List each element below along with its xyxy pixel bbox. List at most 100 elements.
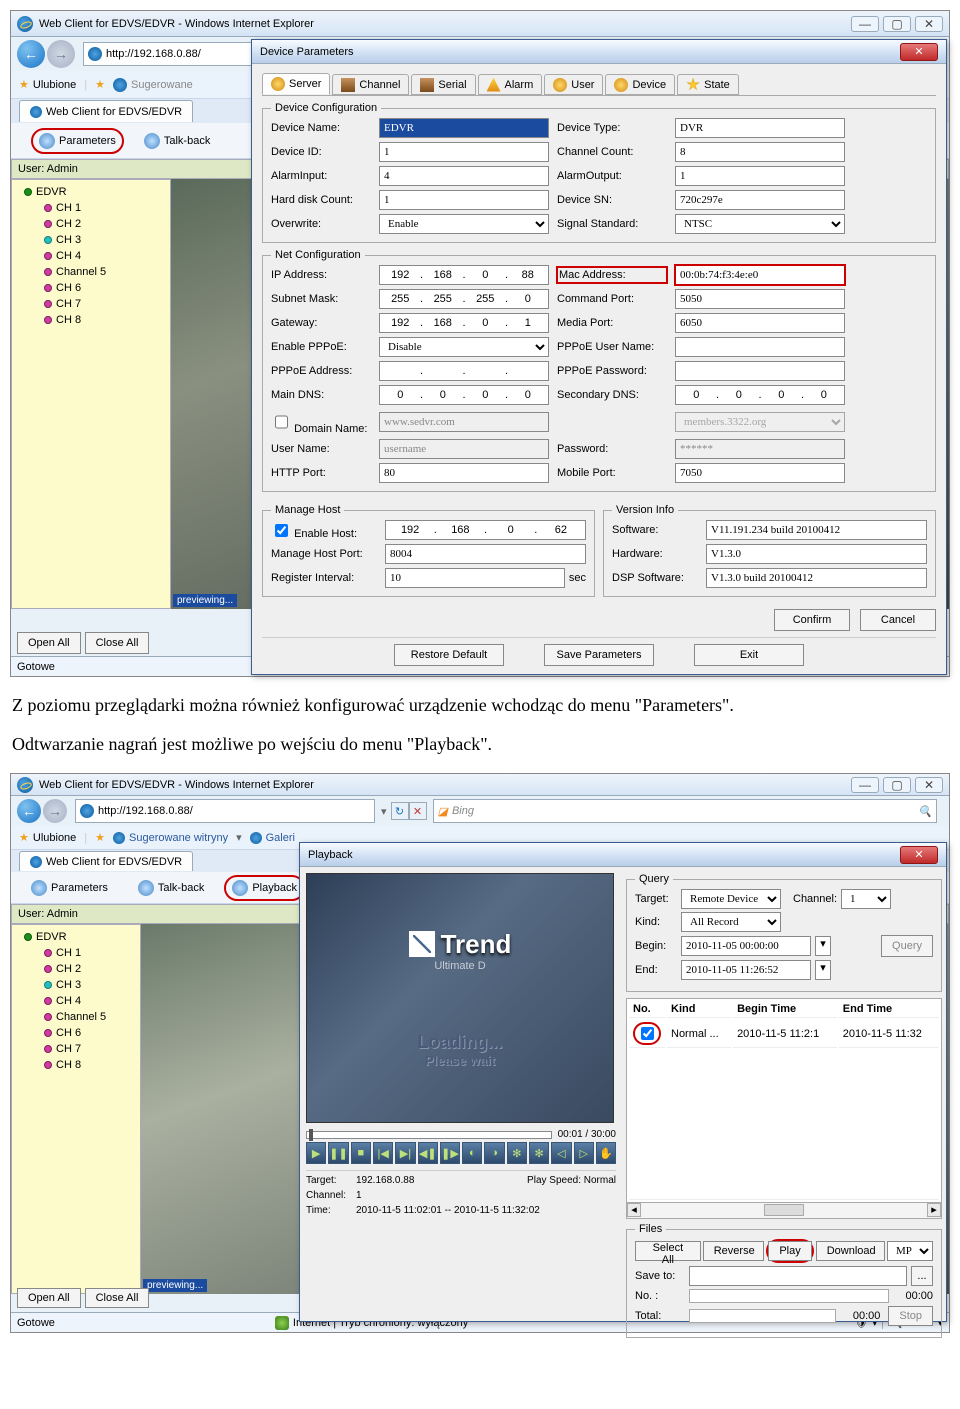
minimize-button[interactable]: — — [851, 777, 879, 793]
mac-address-input[interactable] — [675, 265, 845, 285]
close-all-button[interactable]: Close All — [85, 632, 150, 654]
tab-channel[interactable]: Channel — [332, 74, 409, 95]
parameters-button[interactable]: Parameters — [31, 128, 124, 154]
hand-button[interactable]: ✋ — [596, 1142, 616, 1164]
media-port-input[interactable] — [675, 313, 845, 333]
talkback-button[interactable]: Talk-back — [134, 128, 220, 154]
tab-user[interactable]: User — [544, 74, 603, 95]
restore-default-button[interactable]: Restore Default — [394, 644, 504, 666]
hardware-version-input[interactable] — [706, 544, 927, 564]
end-time-input[interactable] — [681, 960, 811, 980]
zoom-button[interactable]: ✻ — [529, 1142, 549, 1164]
tree-item[interactable]: CH 1 — [36, 200, 166, 216]
manage-host-port-input[interactable] — [385, 544, 586, 564]
browse-button[interactable]: ... — [911, 1266, 933, 1286]
subnet-mask-input[interactable]: 255.255.255.0 — [379, 289, 549, 309]
browser-tab[interactable]: Web Client for EDVS/EDVR — [19, 851, 193, 871]
pppoe-address-input[interactable]: ... — [379, 361, 549, 381]
reverse-button[interactable]: Reverse — [703, 1241, 765, 1261]
channel-select[interactable]: 1 — [841, 889, 891, 909]
mute-button[interactable]: ◁ — [551, 1142, 571, 1164]
alarm-output-input[interactable] — [675, 166, 845, 186]
manage-host-ip-input[interactable]: 192.168.0.62 — [385, 520, 586, 540]
volume-button[interactable]: ▷ — [574, 1142, 594, 1164]
tree-item[interactable]: CH 4 — [36, 248, 166, 264]
back-button[interactable]: ← — [17, 799, 41, 823]
save-parameters-button[interactable]: Save Parameters — [544, 644, 654, 666]
hdd-count-input[interactable] — [379, 190, 549, 210]
format-select[interactable]: MP4 — [887, 1241, 933, 1261]
playback-button[interactable]: Playback — [224, 875, 305, 901]
step-fwd-button[interactable]: ❚▶ — [440, 1142, 460, 1164]
save-to-input[interactable] — [689, 1266, 907, 1286]
kind-select[interactable]: All Record — [681, 912, 781, 932]
table-row[interactable]: Normal ... 2010-11-5 11:2:1 2010-11-5 11… — [629, 1020, 939, 1048]
horizontal-scrollbar[interactable]: ◂ ▸ — [626, 1203, 942, 1219]
domain-name-checkbox[interactable] — [275, 412, 288, 432]
alarm-input-input[interactable] — [379, 166, 549, 186]
tree-root[interactable]: EDVR — [16, 929, 136, 945]
dsp-version-input[interactable] — [706, 568, 927, 588]
tab-device[interactable]: Device — [605, 74, 675, 95]
parameters-button[interactable]: Parameters — [21, 875, 118, 901]
tree-item[interactable]: CH 6 — [36, 280, 166, 296]
forward-button[interactable]: → — [43, 799, 67, 823]
open-all-button[interactable]: Open All — [17, 632, 81, 654]
favorites-label[interactable]: Ulubione — [33, 79, 76, 91]
address-bar[interactable]: http://192.168.0.88/ — [75, 799, 375, 823]
device-type-input[interactable] — [675, 118, 845, 138]
mobile-port-input[interactable] — [675, 463, 845, 483]
close-all-button[interactable]: Close All — [85, 1288, 150, 1308]
tree-item[interactable]: CH 3 — [36, 232, 166, 248]
maximize-button[interactable]: ▢ — [883, 777, 911, 793]
tab-serial[interactable]: Serial — [411, 74, 475, 95]
tree-item[interactable]: CH 2 — [36, 961, 136, 977]
tree-item[interactable]: CH 4 — [36, 993, 136, 1009]
enable-host-checkbox[interactable] — [275, 524, 288, 537]
signal-select[interactable]: NTSC — [675, 214, 845, 234]
search-icon[interactable]: 🔍 — [918, 805, 932, 818]
close-button[interactable]: ✕ — [900, 43, 938, 61]
brightness-button[interactable]: ◑ — [484, 1142, 504, 1164]
device-name-input[interactable] — [379, 118, 549, 138]
ip-address-input[interactable]: 192.168.0.88 — [379, 265, 549, 285]
begin-time-input[interactable] — [681, 936, 811, 956]
tree-root[interactable]: EDVR — [16, 184, 166, 200]
tree-item[interactable]: CH 8 — [36, 312, 166, 328]
snapshot-button[interactable]: ✻ — [507, 1142, 527, 1164]
tree-item[interactable]: CH 6 — [36, 1025, 136, 1041]
tab-alarm[interactable]: Alarm — [478, 74, 543, 95]
pppoe-enable-select[interactable]: Disable — [379, 337, 549, 357]
stop-button[interactable]: ■ — [351, 1142, 371, 1164]
pppoe-user-input[interactable] — [675, 337, 845, 357]
close-button[interactable]: ✕ — [900, 846, 938, 864]
datepicker-button[interactable]: ▾ — [815, 936, 831, 956]
gateway-input[interactable]: 192.168.0.1 — [379, 313, 549, 333]
tree-item[interactable]: CH 7 — [36, 296, 166, 312]
step-back-button[interactable]: ◀❚ — [418, 1142, 438, 1164]
close-button[interactable]: ✕ — [915, 16, 943, 32]
browser-tab[interactable]: Web Client for EDVS/EDVR — [19, 100, 193, 122]
close-button[interactable]: ✕ — [915, 777, 943, 793]
tree-item[interactable]: CH 2 — [36, 216, 166, 232]
pppoe-password-input[interactable] — [675, 361, 845, 381]
target-select[interactable]: Remote Device — [681, 889, 781, 909]
http-port-input[interactable] — [379, 463, 549, 483]
play-button[interactable]: ▶ — [306, 1142, 326, 1164]
secondary-dns-input[interactable]: 0.0.0.0 — [675, 385, 845, 405]
playback-slider[interactable] — [306, 1131, 552, 1139]
tree-item[interactable]: Channel 5 — [36, 264, 166, 280]
tree-item[interactable]: CH 7 — [36, 1041, 136, 1057]
command-port-input[interactable] — [675, 289, 845, 309]
tree-item[interactable]: CH 3 — [36, 977, 136, 993]
tab-server[interactable]: Server — [262, 73, 330, 95]
talkback-button[interactable]: Talk-back — [128, 875, 214, 901]
search-box[interactable]: ◪ Bing 🔍 — [433, 799, 937, 823]
suggested-sites-link[interactable]: Sugerowane witryny — [129, 832, 228, 844]
row-checkbox[interactable] — [641, 1027, 654, 1040]
galeria-link[interactable]: Galeri — [266, 832, 295, 844]
overwrite-select[interactable]: Enable — [379, 214, 549, 234]
contrast-button[interactable]: ◐ — [462, 1142, 482, 1164]
refresh-button[interactable]: ↻ — [391, 802, 409, 820]
dialog-titlebar[interactable]: Device Parameters ✕ — [252, 40, 946, 64]
